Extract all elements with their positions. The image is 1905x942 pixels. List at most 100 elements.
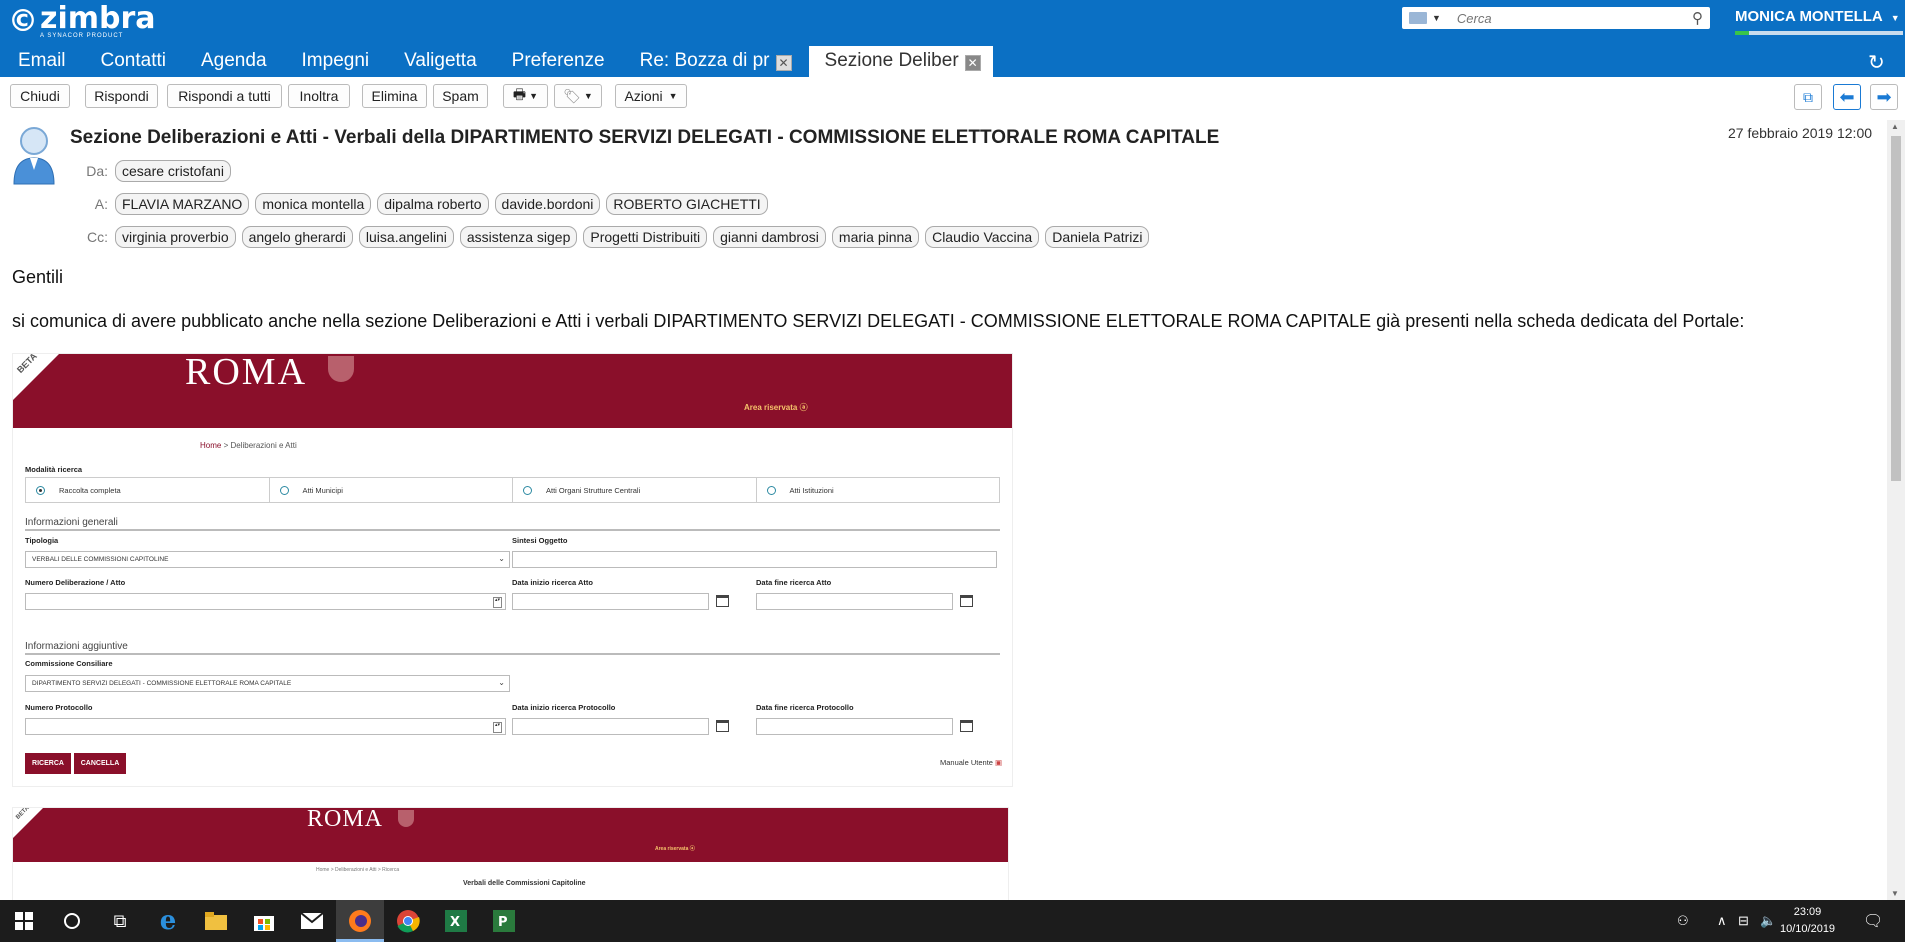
firefox-icon[interactable] [336,900,384,942]
radio-icon [279,485,289,495]
print-button[interactable]: 🖶 ▼ [503,84,548,108]
reply-button[interactable]: Rispondi [85,84,158,108]
address-chip[interactable]: monica montella [255,193,372,215]
message-date: 27 febbraio 2019 12:00 [1728,125,1873,141]
select-value: DIPARTIMENTO SERVIZI DELEGATI - COMMISSI… [32,680,292,687]
beta-ribbon: BETA [13,808,43,838]
numero-delib-field: ▴▾ [25,593,506,610]
chevron-down-icon[interactable]: ▼ [1432,13,1441,23]
scrollbar-thumb[interactable] [1891,136,1901,481]
spam-button[interactable]: Spam [433,84,488,108]
store-icon[interactable] [240,900,288,942]
address-chip[interactable]: davide.bordoni [494,193,601,215]
chevron-down-icon: ▼ [529,91,539,101]
svg-text:P: P [498,915,508,930]
refresh-icon[interactable]: ↻ [1868,50,1885,75]
embedded-screenshot: BETA ROMA Area riservata ⓐ Home > Delibe… [12,353,1013,787]
address-chip[interactable]: maria pinna [831,226,920,248]
address-chip[interactable]: angelo gherardi [241,226,353,248]
project-icon[interactable]: P [480,900,528,942]
calendar-icon [716,720,729,732]
tab-draft-reply[interactable]: Re: Bozza di pr ✕ [622,46,809,77]
excel-icon[interactable]: X [432,900,480,942]
cortana-search-icon[interactable] [48,900,96,942]
close-icon[interactable]: ✕ [964,55,981,71]
address-chip[interactable]: luisa.angelini [358,226,454,248]
breadcrumb: Home > Deliberazioni e Atti > Ricerca [316,867,400,873]
sender-avatar [11,124,57,191]
beta-label: BETA [15,807,31,821]
tab-contatti[interactable]: Contatti [83,46,183,77]
message-scrollbar[interactable]: ▲ ▼ [1887,120,1905,900]
address-chip[interactable]: dipalma roberto [377,193,489,215]
address-chip[interactable]: gianni dambrosi [713,226,826,248]
radio-istituzioni: Atti Istituzioni [757,478,1000,502]
reply-all-button[interactable]: Rispondi a tutti [167,84,282,108]
address-chip[interactable]: virginia proverbio [115,226,236,248]
zimbra-logo[interactable]: © zimbra A SYNACOR PRODUCT [8,3,156,39]
modalita-radio-group: Raccolta completa Atti Municipi Atti Org… [25,477,1000,503]
section-info-generali: Informazioni generali [25,517,1000,531]
chrome-icon[interactable] [384,900,432,942]
task-view-icon[interactable]: ⧉ [96,900,144,942]
tab-valigetta[interactable]: Valigetta [386,46,494,77]
user-name: MONICA MONTELLA [1735,8,1883,25]
chevron-down-icon[interactable]: ▼ [1891,889,1899,898]
chevron-down-icon: ⌄ [498,678,505,687]
print-icon: 🖶 [512,86,527,102]
tab-preferenze[interactable]: Preferenze [494,46,622,77]
radio-icon [523,485,532,495]
sintesi-field [512,551,997,568]
chevron-up-icon[interactable]: ▲ [1891,122,1899,131]
close-button[interactable]: Chiudi [10,84,70,108]
search-input[interactable] [1454,9,1679,27]
data-fine-prot-field [756,718,953,735]
search-box[interactable]: ▼ ⚲ [1402,7,1710,29]
tab-current-message[interactable]: Sezione Deliber ✕ [808,46,993,77]
edge-browser-icon[interactable]: e [144,900,192,942]
address-chip[interactable]: FLAVIA MARZANO [115,193,250,215]
roma-banner: BETA ROMA Area riservata ⓐ [13,354,1012,428]
address-chip[interactable]: cesare cristofani [115,160,231,182]
address-chip[interactable]: Progetti Distribuiti [583,226,708,248]
people-icon[interactable]: ⚇ [1677,900,1689,942]
to-row: A: FLAVIA MARZANO monica montella dipalm… [70,193,774,215]
tab-email[interactable]: Email [0,46,83,77]
chevron-up-icon[interactable]: ∧ [1717,900,1727,942]
address-chip[interactable]: Daniela Patrizi [1045,226,1150,248]
user-menu[interactable]: MONICA MONTELLA ▼ [1735,8,1900,25]
arrow-left-icon: ⬅ [1839,86,1855,107]
tab-impegni[interactable]: Impegni [284,46,387,77]
tipologia-select: VERBALI DELLE COMMISSIONI CAPITOLINE ⌄ [25,551,510,568]
roma-logo: ROMA [307,807,384,832]
mail-type-icon[interactable] [1409,12,1427,24]
taskbar-clock[interactable]: 23:09 10/10/2019 [1780,904,1835,938]
mail-icon[interactable] [288,900,336,942]
search-icon[interactable]: ⚲ [1692,9,1703,27]
tipologia-label: Tipologia [25,536,59,545]
actions-button[interactable]: Azioni ▼ [615,84,687,108]
detach-window-button[interactable]: ⧉ [1794,84,1822,110]
address-chip[interactable]: Claudio Vaccina [925,226,1040,248]
file-explorer-icon[interactable] [192,900,240,942]
windows-start-icon[interactable] [0,900,48,942]
clock-time: 23:09 [1793,906,1822,918]
data-fine-prot-label: Data fine ricerca Protocollo [756,703,854,712]
notifications-icon[interactable]: 🗨 [1863,900,1883,942]
address-chip[interactable]: ROBERTO GIACHETTI [606,193,768,215]
numero-delib-label: Numero Deliberazione / Atto [25,578,126,587]
next-message-button[interactable]: ➡ [1870,84,1898,110]
volume-icon[interactable]: 🔈 [1760,900,1776,942]
previous-message-button[interactable]: ⬅ [1833,84,1861,110]
tab-agenda[interactable]: Agenda [183,46,284,77]
tag-button[interactable]: 🏷 ▼ [554,84,602,108]
results-title: Verbali delle Commissioni Capitoline [463,880,586,887]
forward-button[interactable]: Inoltra [288,84,350,108]
area-riservata-link: Area riservata ⓐ [744,403,808,412]
close-icon[interactable]: ✕ [775,55,792,71]
radio-label: Atti Istituzioni [789,485,834,495]
network-icon[interactable]: ⊟ [1738,900,1749,942]
address-chip[interactable]: assistenza sigep [459,226,578,248]
delete-button[interactable]: Elimina [362,84,427,108]
logo-sub: A SYNACOR PRODUCT [40,32,124,39]
